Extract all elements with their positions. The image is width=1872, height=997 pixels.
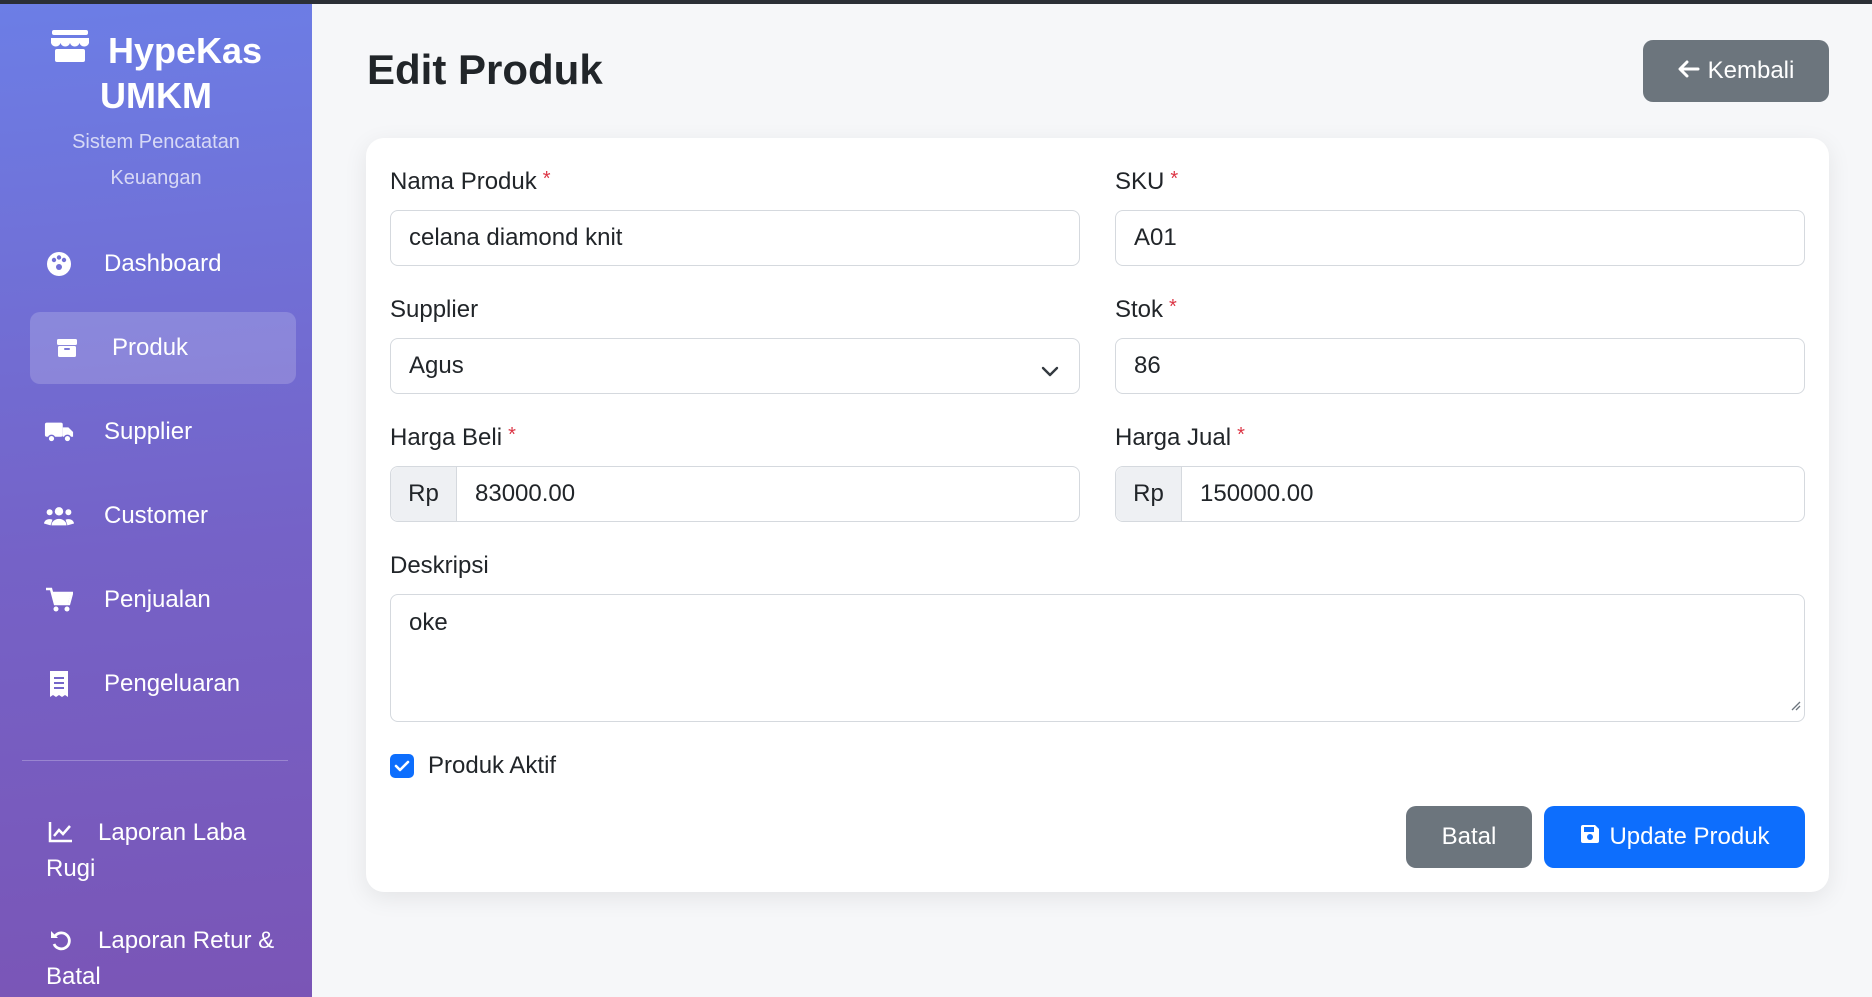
cancel-button[interactable]: Batal <box>1406 806 1532 868</box>
sidebar-item-produk[interactable]: Produk <box>30 312 296 384</box>
nama-produk-label: Nama Produk * <box>390 168 551 195</box>
brand: HypeKas UMKM Sistem Pencatatan Keuangan <box>0 0 312 196</box>
produk-aktif-label: Produk Aktif <box>428 752 557 779</box>
truck-icon <box>44 417 74 447</box>
harga-beli-input[interactable]: Rp 83000.00 <box>390 466 1080 522</box>
harga-jual-input[interactable]: Rp 150000.00 <box>1115 466 1805 522</box>
stok-input[interactable]: 86 <box>1115 338 1805 394</box>
sidebar-item-label: Laporan Retur & Batal <box>46 927 275 990</box>
brand-subtitle: Sistem Pencatatan Keuangan <box>72 131 240 189</box>
update-product-label: Update Produk <box>1609 823 1770 850</box>
currency-prefix: Rp <box>391 467 457 521</box>
harga-jual-label: Harga Jual * <box>1115 424 1245 451</box>
sidebar-item-label: Pengeluaran <box>104 670 241 697</box>
deskripsi-label: Deskripsi <box>390 552 489 579</box>
sidebar-item-penjualan[interactable]: Penjualan <box>30 564 296 636</box>
sidebar-item-label: Supplier <box>104 418 193 445</box>
arrow-left-icon <box>1678 57 1700 85</box>
sidebar: HypeKas UMKM Sistem Pencatatan Keuangan … <box>0 0 312 997</box>
box-icon <box>52 333 82 363</box>
sidebar-item-label: Laporan Laba Rugi <box>46 819 247 882</box>
sidebar-divider <box>22 760 288 761</box>
chevron-down-icon <box>1041 357 1059 385</box>
receipt-icon <box>44 669 74 699</box>
page-title: Edit Produk <box>367 46 603 93</box>
sidebar-item-label: Produk <box>112 334 189 361</box>
sidebar-item-label: Customer <box>104 502 209 529</box>
undo-icon <box>46 925 76 955</box>
sidebar-item-laporan-laba-rugi[interactable]: Laporan Laba Rugi <box>30 801 296 897</box>
harga-beli-label: Harga Beli * <box>390 424 516 451</box>
supplier-select[interactable]: Agus <box>390 338 1080 394</box>
sku-input[interactable]: A01 <box>1115 210 1805 266</box>
sidebar-item-laporan-retur[interactable]: Laporan Retur & Batal <box>30 909 296 997</box>
sidebar-item-pengeluaran[interactable]: Pengeluaran <box>30 648 296 720</box>
back-button[interactable]: Kembali <box>1643 40 1829 102</box>
brand-name-line1: HypeKas <box>107 30 263 71</box>
update-product-button[interactable]: Update Produk <box>1544 806 1805 868</box>
sidebar-item-label: Penjualan <box>104 586 211 613</box>
supplier-label: Supplier <box>390 296 479 323</box>
brand-name-line2: UMKM <box>100 75 212 116</box>
stok-label: Stok * <box>1115 296 1177 323</box>
deskripsi-textarea[interactable]: oke <box>390 594 1805 722</box>
sidebar-nav: Dashboard Produk Supplier Customer Penju… <box>0 228 312 997</box>
currency-prefix: Rp <box>1116 467 1182 521</box>
cart-icon <box>44 585 74 615</box>
palette-icon <box>44 249 74 279</box>
sidebar-item-label: Dashboard <box>104 250 222 277</box>
produk-aktif-checkbox[interactable] <box>390 754 414 778</box>
resize-handle-icon[interactable] <box>1789 690 1801 718</box>
store-icon <box>50 28 90 74</box>
save-icon <box>1579 823 1601 852</box>
users-icon <box>44 501 74 531</box>
sidebar-item-supplier[interactable]: Supplier <box>30 396 296 468</box>
sku-label: SKU * <box>1115 168 1179 195</box>
produk-aktif-row: Produk Aktif <box>390 752 556 780</box>
window-top-border <box>0 0 1872 4</box>
nama-produk-input[interactable]: celana diamond knit <box>390 210 1080 266</box>
back-button-label: Kembali <box>1707 57 1795 84</box>
chart-line-icon <box>46 817 76 847</box>
sidebar-item-dashboard[interactable]: Dashboard <box>30 228 296 300</box>
sidebar-item-customer[interactable]: Customer <box>30 480 296 552</box>
